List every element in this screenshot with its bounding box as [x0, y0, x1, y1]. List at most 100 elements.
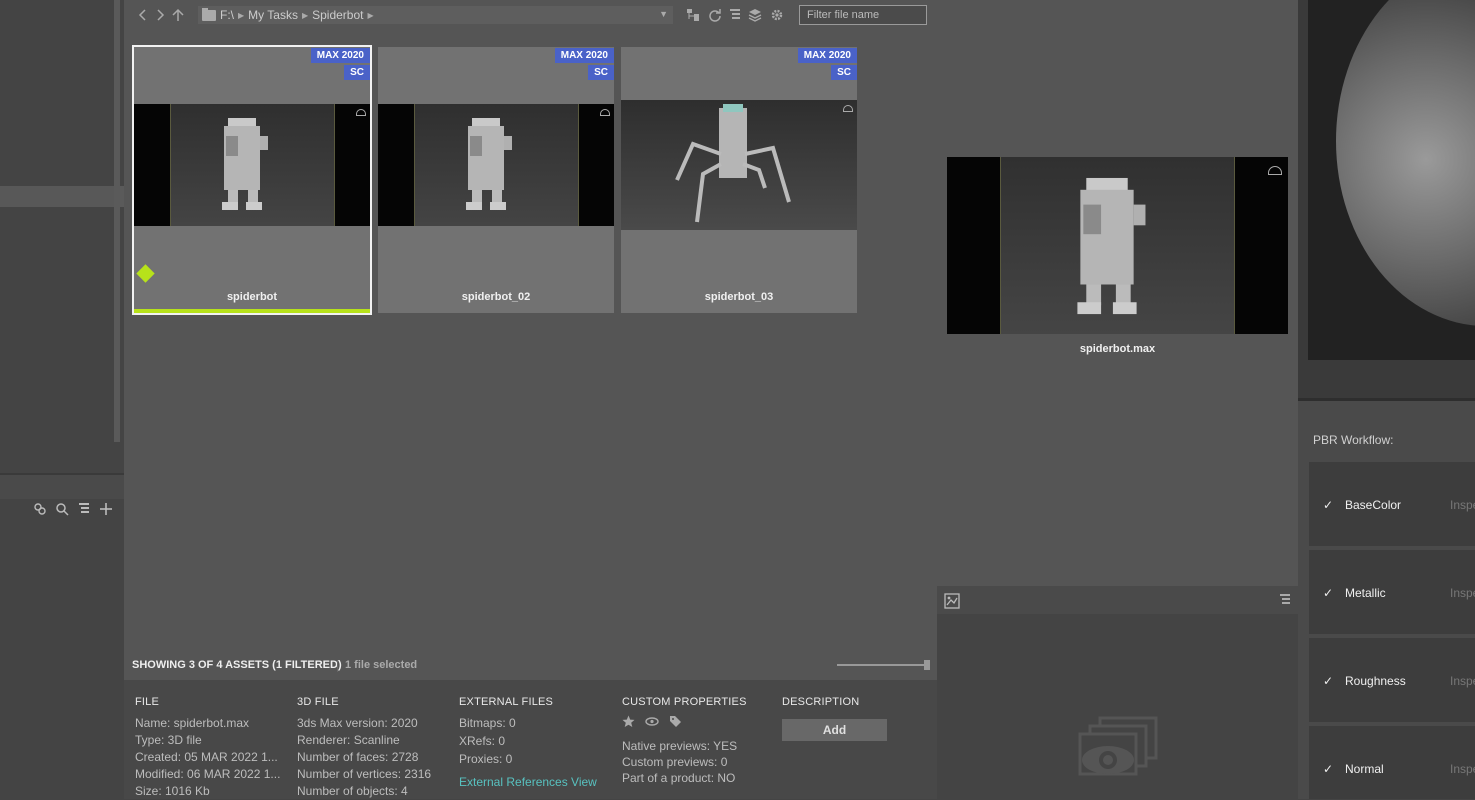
tag-icon[interactable] [669, 715, 682, 732]
check-icon[interactable]: ✓ [1323, 498, 1333, 512]
pbr-item-label: Roughness [1345, 674, 1406, 688]
file-type-row: Type: 3D file [135, 733, 202, 747]
inspect-link[interactable]: Inspect [1450, 674, 1475, 688]
version-badge: MAX 2020 [310, 48, 370, 63]
asset-thumbnail [621, 100, 857, 230]
renderer-row: Renderer: Scanline [297, 733, 400, 747]
custom-properties-column: CUSTOM PROPERTIES Native previews: YES C… [622, 694, 772, 787]
layers-icon[interactable] [747, 7, 763, 23]
selection-status: 1 file selected [345, 659, 418, 671]
version-badge: MAX 2020 [797, 48, 857, 63]
file-created-row: Created: 05 MAR 2022 1... [135, 750, 278, 764]
breadcrumb-item[interactable]: F:\ [220, 8, 234, 22]
list-options-icon[interactable] [1280, 594, 1290, 609]
pbr-item-label: Metallic [1345, 586, 1386, 600]
left-scrollbar[interactable] [114, 0, 120, 442]
robot-model-icon [466, 118, 512, 210]
back-icon[interactable] [135, 6, 151, 24]
preview-toolbar [937, 586, 1298, 614]
forward-icon[interactable] [152, 6, 168, 24]
asset-card-spiderbot-03[interactable]: MAX 2020 SC spiderbot_03 [621, 47, 857, 313]
chevron-down-icon[interactable]: ▼ [659, 9, 668, 19]
pbr-item-label: BaseColor [1345, 498, 1402, 512]
asset-card-spiderbot-02[interactable]: MAX 2020 SC spiderbot_02 [378, 47, 614, 313]
check-icon[interactable]: ✓ [1323, 586, 1333, 600]
max-version-row: 3ds Max version: 2020 [297, 716, 418, 730]
material-preview [1308, 0, 1475, 360]
3d-file-header: 3D FILE [297, 696, 339, 708]
inspect-link[interactable]: Inspect [1450, 762, 1475, 776]
custom-properties-icons [622, 715, 772, 732]
previews-eye-icon [1078, 716, 1158, 776]
pbr-item-roughness[interactable]: ✓ Roughness Inspect [1309, 638, 1475, 722]
file-size-row: Size: 1016 Kb [135, 784, 210, 798]
texture-view-icon[interactable] [944, 593, 960, 612]
preview-image [947, 157, 1288, 334]
chevron-right-icon[interactable]: ▶ [302, 11, 308, 20]
breadcrumb-item[interactable]: Spiderbot [312, 8, 363, 22]
file-info-column: FILE Name: spiderbot.max Type: 3D file C… [135, 694, 285, 800]
up-icon[interactable] [170, 6, 186, 24]
pbr-workflow-label: PBR Workflow: [1313, 433, 1394, 447]
add-description-button[interactable]: Add [782, 719, 887, 741]
link-icon[interactable] [32, 501, 48, 517]
thumbnail-size-slider-handle[interactable] [924, 660, 930, 670]
selection-bar [134, 309, 370, 313]
custom-properties-header: CUSTOM PROPERTIES [622, 696, 747, 708]
description-column: DESCRIPTION [782, 694, 902, 715]
camera-icon [1268, 166, 1282, 175]
check-icon[interactable]: ✓ [1323, 674, 1333, 688]
external-references-link[interactable]: External References View [459, 774, 614, 791]
renderer-badge: SC [344, 65, 370, 80]
left-header-bar [0, 475, 124, 499]
file-header: FILE [135, 696, 160, 708]
pbr-item-label: Normal [1345, 762, 1384, 776]
external-files-header: EXTERNAL FILES [459, 696, 554, 708]
thumbnail-size-slider[interactable] [837, 664, 930, 666]
list-options-icon[interactable] [76, 501, 92, 517]
refresh-icon[interactable] [707, 7, 723, 23]
chevron-right-icon[interactable]: ▶ [367, 11, 373, 20]
renderer-badge: SC [831, 65, 857, 80]
custom-previews-row: Custom previews: 0 [622, 755, 728, 769]
hierarchy-icon[interactable] [685, 7, 701, 23]
pbr-item-basecolor[interactable]: ✓ BaseColor Inspect [1309, 462, 1475, 546]
folder-icon [202, 7, 216, 21]
search-icon[interactable] [54, 501, 70, 517]
inspect-link[interactable]: Inspect [1450, 498, 1475, 512]
check-icon[interactable]: ✓ [1323, 762, 1333, 776]
bitmaps-row: Bitmaps: 0 [459, 716, 516, 730]
breadcrumb-item[interactable]: My Tasks [248, 8, 298, 22]
left-toolbar [32, 500, 122, 518]
native-previews-row: Native previews: YES [622, 739, 738, 753]
eye-icon[interactable] [645, 715, 659, 732]
file-name-row: Name: spiderbot.max [135, 716, 250, 730]
star-icon[interactable] [622, 715, 635, 732]
filter-file-name-input[interactable] [799, 5, 927, 25]
left-tree-selected-row[interactable] [0, 186, 114, 207]
status-divider [337, 660, 338, 672]
pbr-item-metallic[interactable]: ✓ Metallic Inspect [1309, 550, 1475, 634]
left-tree-area [0, 0, 124, 473]
inspect-link[interactable]: Inspect [1450, 586, 1475, 600]
asset-name: spiderbot [226, 291, 278, 303]
proxies-row: Proxies: 0 [459, 752, 513, 766]
breadcrumb[interactable]: F:\ ▶ My Tasks ▶ Spiderbot ▶ ▼ [198, 6, 673, 24]
description-header: DESCRIPTION [782, 696, 860, 708]
asset-card-spiderbot[interactable]: MAX 2020 SC spiderbot [132, 45, 372, 315]
spider-robot-model-icon [675, 104, 791, 223]
asset-thumbnail [134, 104, 370, 226]
camera-icon [600, 109, 610, 116]
3d-file-info-column: 3D FILE 3ds Max version: 2020 Renderer: … [297, 694, 447, 800]
part-of-product-row: Part of a product: NO [622, 771, 736, 785]
material-sphere [1336, 0, 1475, 326]
file-modified-row: Modified: 06 MAR 2022 1... [135, 767, 281, 781]
list-view-icon[interactable] [727, 7, 743, 23]
camera-icon [843, 105, 853, 112]
pbr-item-normal[interactable]: ✓ Normal Inspect [1309, 726, 1475, 799]
xrefs-row: XRefs: 0 [459, 734, 506, 748]
chevron-right-icon[interactable]: ▶ [238, 11, 244, 20]
gear-icon[interactable] [769, 7, 785, 23]
add-icon[interactable] [98, 501, 114, 517]
camera-icon [356, 109, 366, 116]
